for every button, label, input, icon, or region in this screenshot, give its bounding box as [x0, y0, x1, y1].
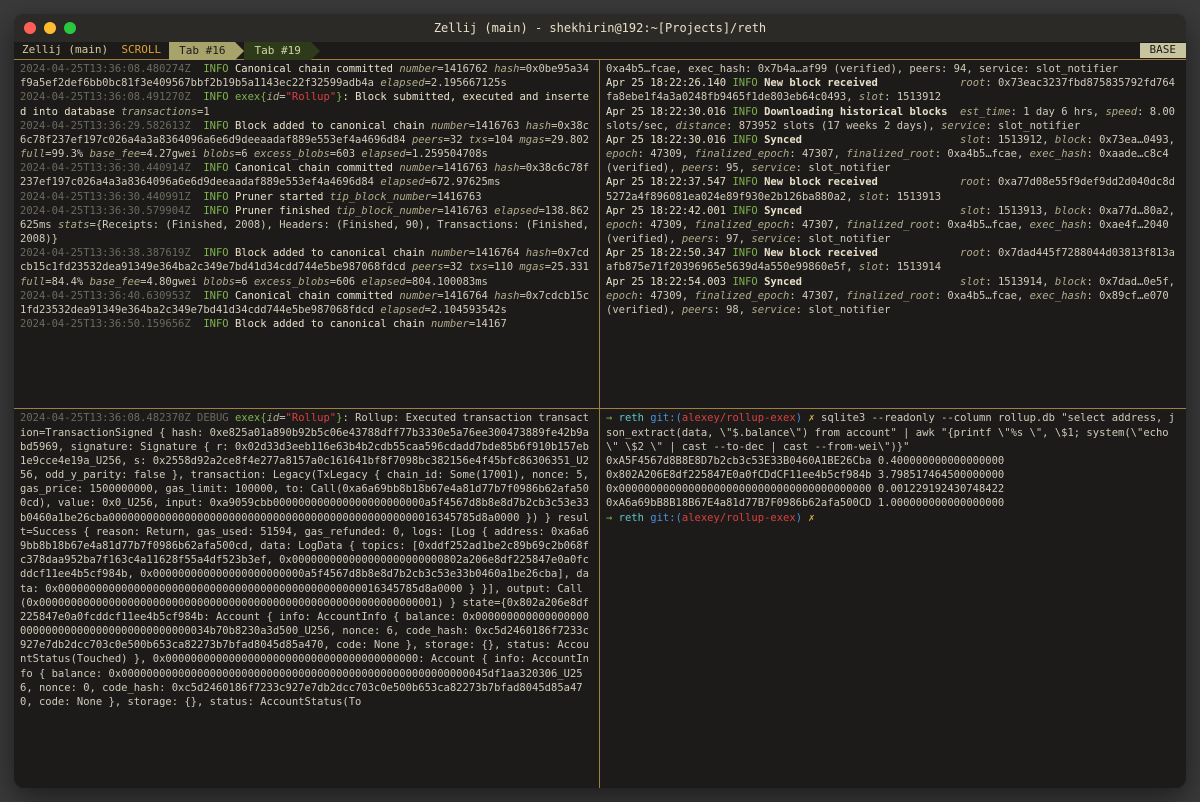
pane-bottom-right[interactable]: → reth git:(alexey/rollup-exex) ✗ sqlite…	[600, 409, 1186, 788]
pane-grid: 2024-04-25T13:36:08.480274Z INFO Canonic…	[14, 60, 1186, 788]
pane-top-left[interactable]: 2024-04-25T13:36:08.480274Z INFO Canonic…	[14, 60, 600, 409]
pane-bottom-left[interactable]: 2024-04-25T13:36:08.482370Z DEBUG exex{i…	[14, 409, 600, 788]
base-mode-indicator: BASE	[1140, 43, 1187, 58]
zellij-session-label: Zellij (main) SCROLL	[14, 43, 169, 58]
tab-19[interactable]: Tab #19	[244, 42, 310, 60]
titlebar: Zellij (main) - shekhirin@192:~[Projects…	[14, 14, 1186, 42]
window-title: Zellij (main) - shekhirin@192:~[Projects…	[14, 20, 1186, 36]
scroll-mode-indicator: SCROLL	[121, 43, 161, 56]
tab-bar: Zellij (main) SCROLL Tab #16 Tab #19 BAS…	[14, 42, 1186, 60]
terminal-window: Zellij (main) - shekhirin@192:~[Projects…	[14, 14, 1186, 788]
tab-16[interactable]: Tab #16	[169, 42, 235, 60]
pane-top-right[interactable]: 0xa4b5…fcae, exec_hash: 0x7b4a…af99 (ver…	[600, 60, 1186, 409]
